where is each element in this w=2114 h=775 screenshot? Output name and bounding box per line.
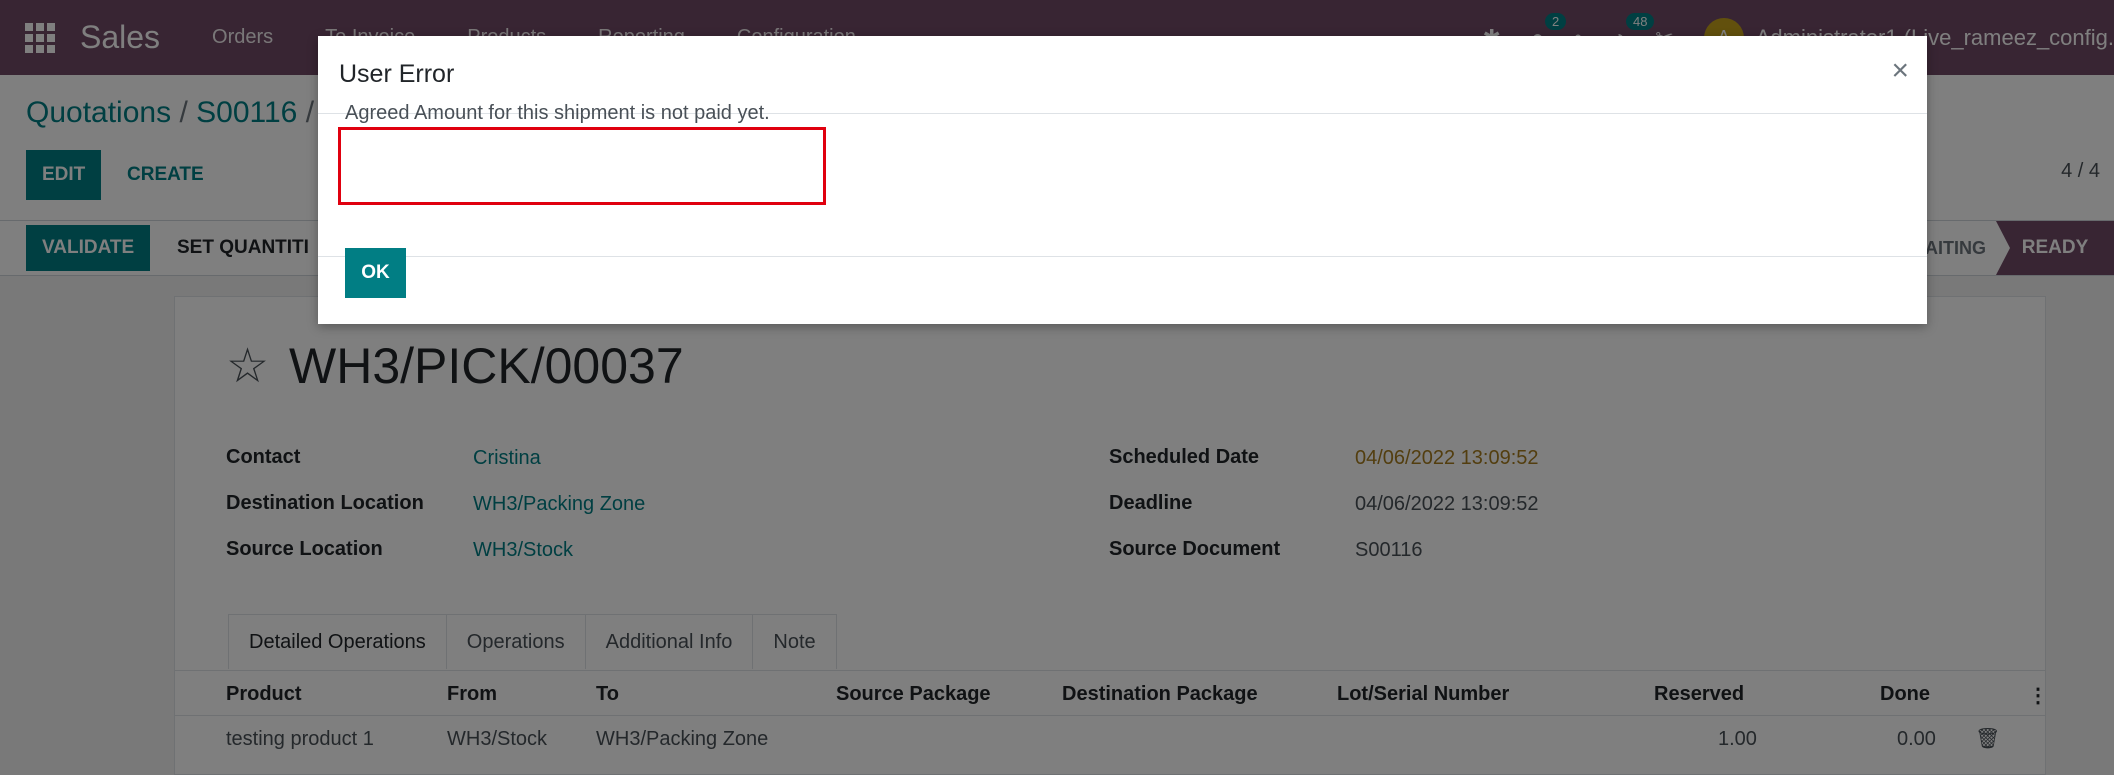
dialog-body <box>318 115 1927 257</box>
user-error-dialog: User Error × Agreed Amount for this ship… <box>318 36 1927 324</box>
error-message: Agreed Amount for this shipment is not p… <box>345 102 770 124</box>
dialog-title: User Error <box>339 60 455 88</box>
ok-button[interactable]: OK <box>345 248 406 298</box>
close-icon[interactable]: × <box>1891 54 1909 88</box>
error-highlight-box <box>338 127 826 205</box>
